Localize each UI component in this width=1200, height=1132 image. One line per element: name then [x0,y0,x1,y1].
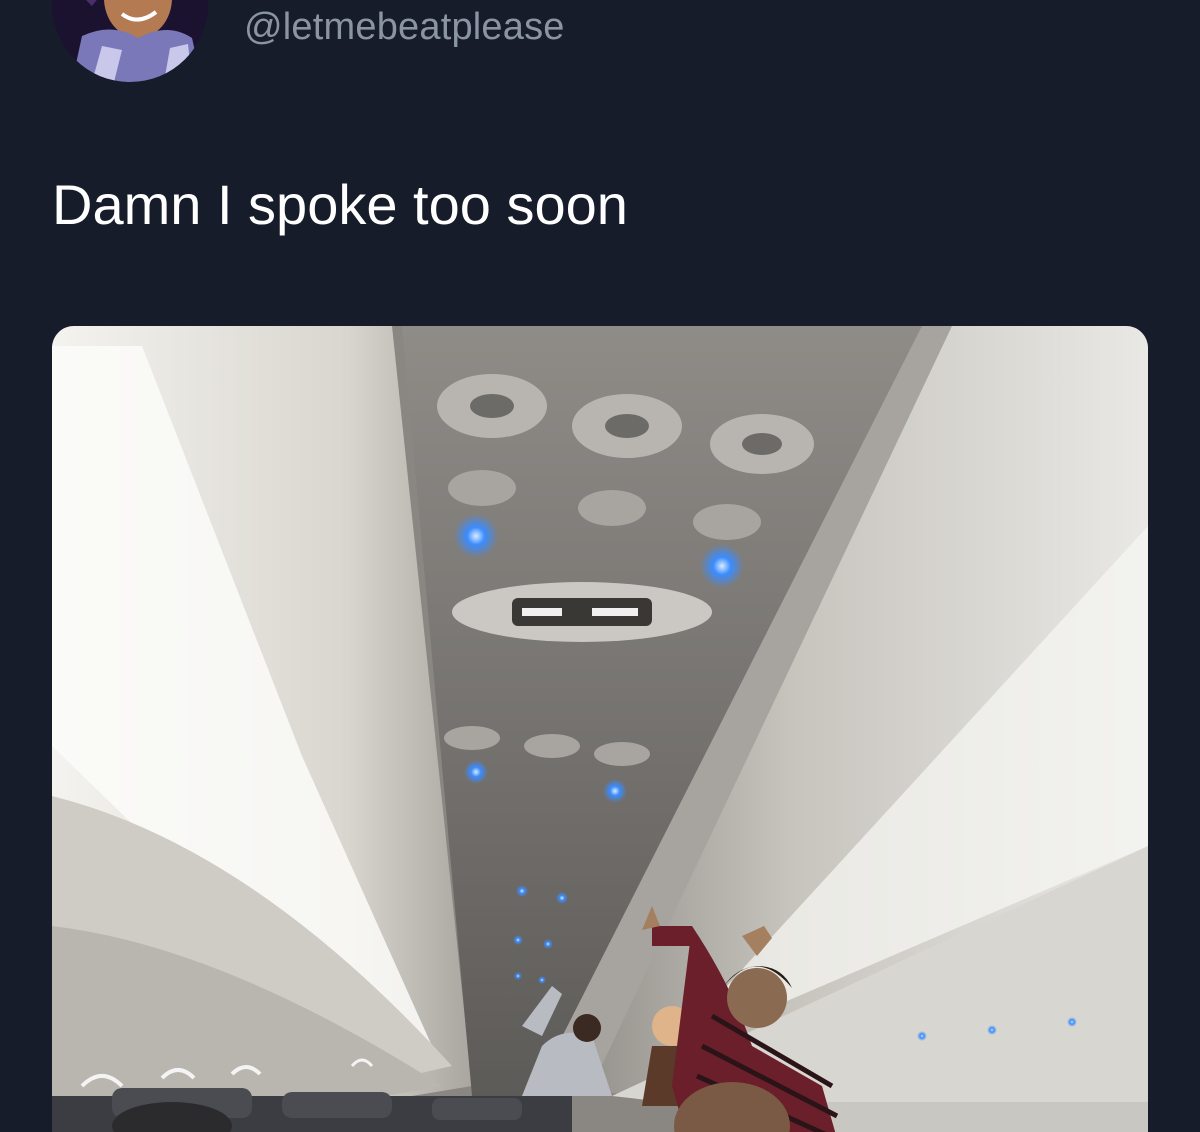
airplane-cabin-photo [52,326,1148,1132]
tweet-text: Damn I spoke too soon [52,173,628,236]
user-avatar[interactable] [52,0,208,82]
tweet-media-photo[interactable] [52,326,1148,1132]
tweet-card: @letmebeatplease Damn I spoke too soon [0,0,1200,1132]
user-handle[interactable]: @letmebeatplease [244,6,565,49]
cartoon-character-avatar-icon [52,0,208,82]
